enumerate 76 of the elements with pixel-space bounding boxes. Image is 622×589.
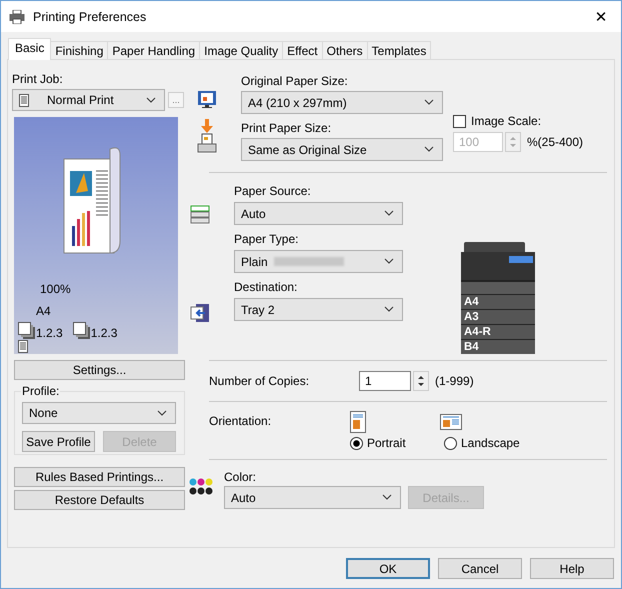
page-stack-icon: [72, 322, 91, 340]
side-button[interactable]: Restore Defaults: [14, 490, 185, 510]
document-icon: [18, 340, 28, 353]
dropdown[interactable]: Normal Print: [12, 89, 165, 111]
tray-label: A3: [461, 308, 535, 324]
tab[interactable]: Basic: [8, 38, 52, 60]
radio-label: Portrait: [367, 436, 406, 450]
dropdown[interactable]: Auto: [224, 486, 401, 509]
tray-label: A4: [461, 294, 535, 309]
field-label: Paper Type:: [234, 232, 300, 246]
zoom-label: 100%: [40, 282, 72, 296]
field-label: Number of Copies:: [209, 374, 310, 388]
checkbox-label: Image Scale:: [471, 114, 542, 128]
collate-label: 1.2.3: [36, 326, 63, 340]
dropdown[interactable]: Same as Original Size: [241, 138, 443, 161]
printer-top: [464, 242, 525, 252]
dropdown[interactable]: Auto: [234, 202, 403, 225]
group-label: Profile:: [21, 384, 60, 398]
radio-button[interactable]: [350, 436, 363, 450]
tab[interactable]: Paper Handling: [107, 41, 200, 60]
range-label: (1-999): [435, 374, 474, 388]
tray-label: A4-R: [461, 324, 535, 339]
radio-label: Landscape: [461, 436, 520, 450]
chevron-icon: [146, 97, 156, 103]
tab[interactable]: Image Quality: [199, 41, 284, 60]
chevron-icon: [424, 146, 434, 152]
chevron-icon: [382, 494, 392, 500]
field-label: Original Paper Size:: [241, 74, 349, 88]
dialog-button[interactable]: Help: [530, 558, 614, 579]
tray-label: B4: [461, 338, 535, 354]
document-icon: [19, 94, 29, 106]
paper-size-label: A4: [36, 304, 52, 318]
dialog-button[interactable]: Cancel: [438, 558, 522, 579]
paper-tray-icon: [190, 205, 210, 225]
copies-input[interactable]: 1: [359, 371, 411, 391]
tab[interactable]: Finishing: [50, 41, 108, 60]
chevron-icon: [157, 410, 167, 416]
checkbox[interactable]: [453, 114, 466, 128]
more-button[interactable]: ...: [168, 92, 184, 108]
field-label: Orientation:: [209, 413, 272, 430]
chevron-icon: [424, 99, 434, 105]
field-label: Print Paper Size:: [241, 121, 332, 135]
dialog-button[interactable]: OK: [346, 558, 430, 579]
tab[interactable]: Templates: [366, 41, 432, 60]
monitor-document-icon: [197, 90, 217, 110]
dropdown[interactable]: Tray 2: [234, 298, 403, 321]
dropdown[interactable]: A4 (210 x 297mm): [241, 91, 443, 114]
chevron-icon: [384, 258, 394, 264]
profile-button[interactable]: Save Profile: [22, 431, 95, 452]
printer-icon: [9, 10, 25, 24]
radio-button[interactable]: [444, 436, 457, 450]
close-button[interactable]: ✕: [581, 2, 621, 32]
window-title: Printing Preferences: [33, 10, 148, 24]
portrait-page-icon: [350, 411, 366, 433]
settings-button[interactable]: Settings...: [14, 360, 185, 380]
field-label: Print Job:: [12, 72, 64, 86]
spinner[interactable]: [413, 371, 429, 391]
field-label: Color:: [224, 470, 258, 484]
field-label: Paper Source:: [234, 184, 312, 198]
landscape-page-icon: [440, 414, 462, 430]
arrow-down-icon: [201, 119, 213, 133]
dropdown[interactable]: Plain: [234, 250, 403, 273]
dropdown[interactable]: None: [22, 402, 176, 424]
field-label: Destination:: [234, 280, 298, 294]
color-dots-icon: [189, 478, 213, 496]
output-tray-icon: [190, 303, 210, 323]
chevron-icon: [384, 210, 394, 216]
side-button[interactable]: Rules Based Printings...: [14, 467, 185, 487]
collate-label: 1.2.3: [90, 326, 118, 340]
chevron-icon: [384, 306, 394, 312]
printer-icon: [197, 133, 217, 153]
spin-arrows-icon: [417, 374, 425, 388]
control-panel-screen: [509, 256, 533, 263]
range-label: %(25-400): [527, 135, 584, 149]
spin-arrows-icon: [509, 135, 517, 149]
page-stack-icon: [18, 322, 36, 340]
